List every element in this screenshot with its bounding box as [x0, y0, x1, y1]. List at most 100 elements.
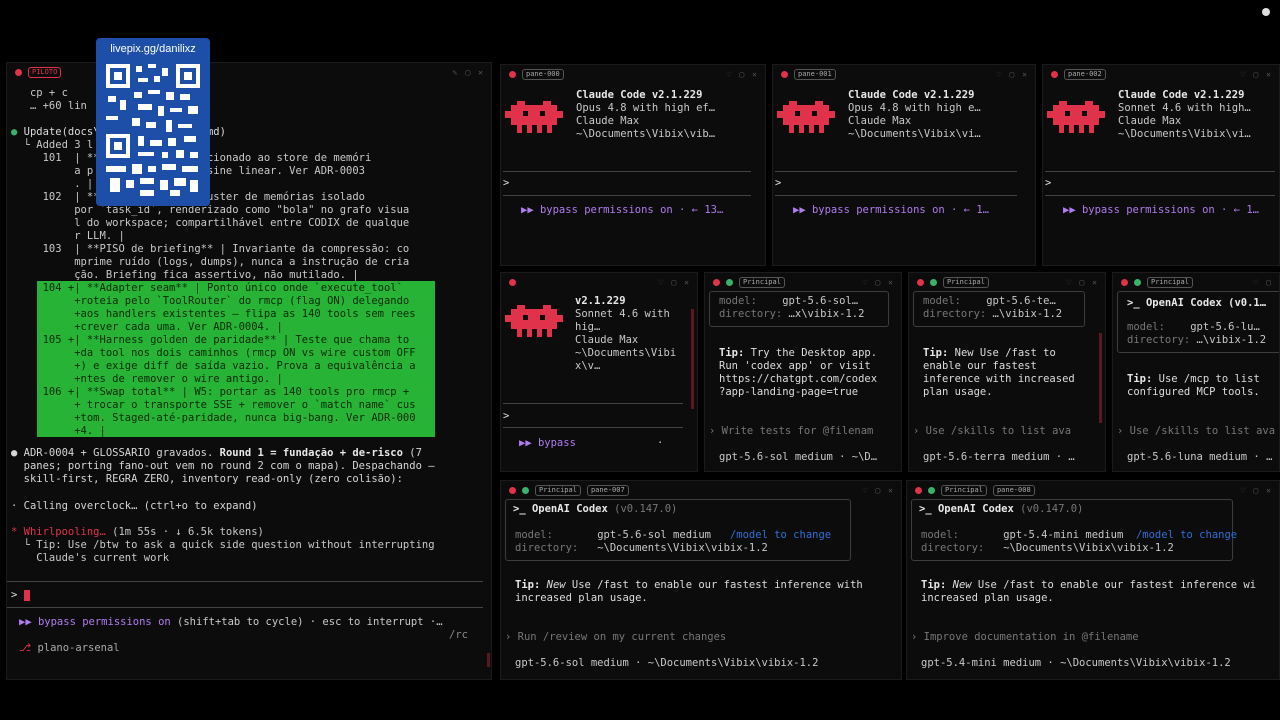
- close-icon[interactable]: [1121, 278, 1128, 286]
- model-row: model: gpt-5.6-sol medium /model to chan…: [515, 529, 832, 541]
- heart-icon[interactable]: ♡: [1241, 486, 1246, 495]
- pane-controls: ♡ ▢ ✕: [1241, 70, 1271, 79]
- pin-icon[interactable]: ✎: [453, 68, 458, 77]
- pane-controls: ♡ ▢: [1253, 278, 1271, 287]
- pane-tag[interactable]: pane-001: [794, 68, 836, 80]
- pane-tag[interactable]: Principal: [535, 484, 581, 496]
- scrollbar[interactable]: [487, 653, 490, 667]
- prompt-input[interactable]: >: [775, 177, 781, 190]
- claude-pane: pane-000 ♡ ▢ ✕ Claude Code v2.1.229 Opus 4…: [500, 64, 766, 266]
- claude-logo-icon: [1047, 99, 1105, 133]
- window-icon[interactable]: ▢: [875, 278, 880, 287]
- bypass-status[interactable]: ▶▶ bypass permissions on · ← 1…: [1063, 204, 1259, 217]
- heart-icon[interactable]: ♡: [727, 70, 732, 79]
- summary-line: skill-first, REGRA ZERO, inventory read-…: [11, 473, 403, 485]
- codex-input[interactable]: › Use /skills to list ava: [1117, 425, 1275, 438]
- divider: [503, 427, 683, 428]
- window-icon[interactable]: ▢: [739, 70, 744, 79]
- bypass-status[interactable]: ▶▶ bypass: [519, 437, 576, 450]
- heart-icon[interactable]: ♡: [1067, 278, 1072, 287]
- added-diff-block: 104 +| **Adapter seam** | Ponto único on…: [37, 281, 435, 437]
- pane-tag[interactable]: pane-000: [522, 68, 564, 80]
- bypass-status[interactable]: ▶▶ bypass permissions on (shift+tab to c…: [19, 616, 443, 629]
- codex-status: gpt-5.6-terra medium · …: [923, 451, 1075, 463]
- window-icon[interactable]: ▢: [1253, 70, 1258, 79]
- codex-pane-large: Principal pane-008 ♡ ▢ ✕ >_ OpenAI Codex (…: [906, 480, 1280, 680]
- close-icon[interactable]: [781, 70, 788, 78]
- close-icon[interactable]: [917, 278, 924, 286]
- heart-icon[interactable]: ♡: [863, 278, 868, 287]
- window-icon[interactable]: ▢: [1009, 70, 1014, 79]
- prompt-input[interactable]: >: [503, 177, 509, 190]
- close-x-icon[interactable]: ✕: [478, 68, 483, 77]
- summary-line: ● ADR-0004 + GLOSSARIO gravados. Round 1…: [11, 447, 422, 459]
- divider: [775, 171, 1017, 172]
- tip-line: Claude's current work: [11, 552, 170, 564]
- window-icon[interactable]: ▢: [465, 68, 470, 77]
- close-icon[interactable]: [1051, 70, 1058, 78]
- heart-icon[interactable]: ♡: [659, 278, 664, 287]
- prompt-input[interactable]: >: [503, 410, 509, 423]
- added-diff-line: +tom. Staged-até-paridade, nunca big-ban…: [11, 412, 416, 424]
- calling-line[interactable]: · Calling overclock… (ctrl+o to expand): [11, 500, 258, 513]
- pane-controls: ♡ ▢ ✕: [997, 70, 1027, 79]
- close-x-icon[interactable]: ✕: [888, 486, 893, 495]
- claude-model: Sonnet 4.6 with: [575, 308, 670, 320]
- close-icon[interactable]: [509, 278, 516, 286]
- window-icon[interactable]: ▢: [671, 278, 676, 287]
- close-x-icon[interactable]: ✕: [1266, 70, 1271, 79]
- window-icon[interactable]: ▢: [1079, 278, 1084, 287]
- scrollbar[interactable]: [1099, 333, 1102, 423]
- codex-pane-large: Principal pane-007 ♡ ▢ ✕ >_ OpenAI Codex (…: [500, 480, 902, 680]
- pane-tag[interactable]: Principal: [739, 276, 785, 288]
- heart-icon[interactable]: ♡: [997, 70, 1002, 79]
- codex-input[interactable]: › Use /skills to list ava: [913, 425, 1071, 438]
- window-icon[interactable]: ▢: [1253, 486, 1258, 495]
- close-icon[interactable]: [713, 278, 720, 286]
- codex-input[interactable]: › Write tests for @filenam: [709, 425, 873, 438]
- codex-input[interactable]: › Improve documentation in @filename: [911, 631, 1139, 644]
- close-icon[interactable]: [509, 70, 516, 78]
- pane-controls: ♡ ▢ ✕: [863, 486, 893, 495]
- added-diff-line: +) e exige diff de saída vazio. Prova a …: [11, 360, 416, 372]
- prompt-input[interactable]: >: [11, 589, 30, 602]
- rc-label: /rc: [449, 629, 468, 641]
- bypass-status[interactable]: ▶▶ bypass permissions on · ← 13…: [521, 204, 723, 217]
- added-diff-line: +4. |: [11, 425, 106, 437]
- close-x-icon[interactable]: ✕: [1092, 278, 1097, 287]
- added-diff-line: +ntes de remover o wire antigo. |: [11, 373, 283, 385]
- close-x-icon[interactable]: ✕: [752, 70, 757, 79]
- close-x-icon[interactable]: ✕: [888, 278, 893, 287]
- claude-pane: pane-002 ♡ ▢ ✕ Claude Code v2.1.229 Sonnet…: [1042, 64, 1280, 266]
- pane-tag[interactable]: pane-002: [1064, 68, 1106, 80]
- tab-piloto[interactable]: PILOTO: [28, 66, 62, 78]
- bypass-status[interactable]: ▶▶ bypass permissions on · ← 1…: [793, 204, 989, 217]
- window-icon[interactable]: ▢: [1266, 278, 1271, 287]
- pane-header: pane-001 ♡ ▢ ✕: [773, 65, 1035, 83]
- added-diff-line: + trocar o transporte SSE + remover o `m…: [11, 399, 416, 411]
- close-icon[interactable]: [915, 486, 922, 494]
- pane-tag[interactable]: Principal: [941, 484, 987, 496]
- tip-line: └ Tip: Use /btw to ask a quick side ques…: [11, 539, 435, 551]
- close-icon[interactable]: [509, 486, 516, 494]
- window-icon[interactable]: ▢: [875, 486, 880, 495]
- heart-icon[interactable]: ♡: [1253, 278, 1258, 287]
- scrollbar[interactable]: [691, 309, 694, 409]
- pane-controls: ♡ ▢ ✕: [1241, 486, 1271, 495]
- pane-tag[interactable]: pane-008: [992, 484, 1035, 496]
- codex-title-row: >_ OpenAI Codex (v0.147.0): [919, 503, 1084, 515]
- close-x-icon[interactable]: ✕: [1266, 486, 1271, 495]
- pane-tag[interactable]: pane-007: [586, 484, 629, 496]
- codex-input[interactable]: › Run /review on my current changes: [505, 631, 726, 644]
- pane-controls: ♡ ▢ ✕: [863, 278, 893, 287]
- pane-tag[interactable]: Principal: [943, 276, 989, 288]
- prompt-input[interactable]: >: [1045, 177, 1051, 190]
- claude-model: Opus 4.8 with high ef…: [576, 102, 716, 114]
- close-icon[interactable]: [15, 68, 22, 76]
- update-sub: └ Added 3 l: [11, 139, 94, 151]
- close-x-icon[interactable]: ✕: [1022, 70, 1027, 79]
- close-x-icon[interactable]: ✕: [684, 278, 689, 287]
- heart-icon[interactable]: ♡: [863, 486, 868, 495]
- heart-icon[interactable]: ♡: [1241, 70, 1246, 79]
- pane-tag[interactable]: Principal: [1147, 276, 1193, 288]
